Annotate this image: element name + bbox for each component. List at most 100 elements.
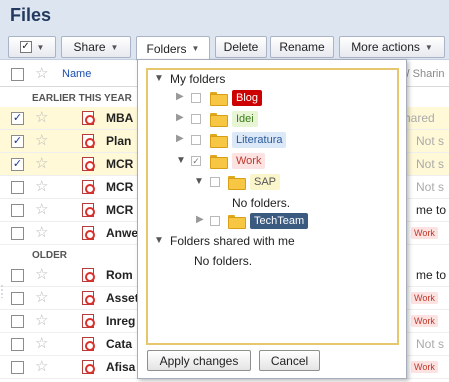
- file-name[interactable]: Asset: [106, 291, 139, 305]
- folder-badge[interactable]: Work: [411, 361, 438, 373]
- row-checkbox[interactable]: [11, 315, 24, 328]
- name-column-header[interactable]: Name: [62, 68, 91, 80]
- file-name[interactable]: Afisa: [106, 360, 135, 374]
- app-header: Files: [0, 0, 449, 34]
- row-checkbox[interactable]: [11, 292, 24, 305]
- row-checkbox[interactable]: ✓: [11, 112, 24, 125]
- file-name[interactable]: Rom: [106, 268, 133, 282]
- chevron-down-icon: ▼: [36, 42, 45, 52]
- file-name[interactable]: Inreg: [106, 314, 135, 328]
- star-icon[interactable]: ☆: [35, 65, 48, 82]
- file-name[interactable]: MCR: [106, 180, 133, 194]
- folder-checkbox[interactable]: [191, 93, 201, 103]
- star-icon[interactable]: ☆: [35, 312, 48, 329]
- row-checkbox[interactable]: [11, 338, 24, 351]
- star-icon[interactable]: ☆: [35, 358, 48, 375]
- shared-folders-label: Folders shared with me: [170, 234, 295, 248]
- row-checkbox[interactable]: ✓: [11, 135, 24, 148]
- drag-handle[interactable]: [0, 284, 5, 298]
- expanded-triangle-icon[interactable]: ▼: [154, 73, 164, 84]
- collapsed-triangle-icon[interactable]: ▶: [196, 214, 204, 225]
- folder-label-sap[interactable]: SAP: [250, 174, 281, 190]
- file-name[interactable]: MCR: [106, 157, 133, 171]
- folder-icon: [228, 176, 246, 190]
- chevron-down-icon: ▼: [110, 42, 119, 52]
- star-icon[interactable]: ☆: [35, 178, 48, 195]
- row-checkbox[interactable]: [11, 361, 24, 374]
- collapsed-triangle-icon[interactable]: ▶: [176, 91, 184, 102]
- folder-checkbox[interactable]: [210, 177, 220, 187]
- sharing-status: me to: [416, 268, 447, 282]
- star-icon[interactable]: ☆: [35, 201, 48, 218]
- file-name[interactable]: Cata: [106, 337, 132, 351]
- expanded-triangle-icon[interactable]: ▼: [176, 155, 186, 166]
- folder-tree: ▼ My folders ▶ Blog ▶ Idei ▶ Literatura …: [146, 68, 399, 345]
- row-checkbox[interactable]: [11, 269, 24, 282]
- pdf-icon: [82, 203, 95, 217]
- star-icon[interactable]: ☆: [35, 132, 48, 149]
- star-icon[interactable]: ☆: [35, 155, 48, 172]
- pdf-icon: [82, 268, 95, 282]
- file-name[interactable]: MCR: [106, 203, 133, 217]
- select-menu-button[interactable]: ✓ ▼: [8, 36, 56, 58]
- folder-checkbox[interactable]: [210, 216, 220, 226]
- sharing-status: Not s: [416, 157, 445, 171]
- star-icon[interactable]: ☆: [35, 289, 48, 306]
- folder-icon: [228, 215, 246, 229]
- pdf-icon: [82, 134, 95, 148]
- star-icon[interactable]: ☆: [35, 266, 48, 283]
- sharing-status: Not s: [416, 180, 445, 194]
- share-button-label: Share: [73, 40, 106, 54]
- empty-shared-text: No folders.: [194, 254, 253, 268]
- file-name[interactable]: Anwe: [106, 226, 138, 240]
- cancel-button[interactable]: Cancel: [259, 350, 320, 371]
- rename-button[interactable]: Rename: [270, 36, 334, 58]
- folders-button[interactable]: Folders ▼: [136, 36, 210, 61]
- expanded-triangle-icon[interactable]: ▼: [154, 235, 164, 246]
- delete-button[interactable]: Delete: [215, 36, 267, 58]
- row-checkbox[interactable]: ✓: [11, 158, 24, 171]
- sharing-status: me to: [416, 203, 447, 217]
- pdf-icon: [82, 180, 95, 194]
- sharing-status: Not s: [416, 337, 445, 351]
- file-name[interactable]: Plan: [106, 134, 131, 148]
- row-checkbox[interactable]: [11, 204, 24, 217]
- select-all-checkbox[interactable]: [11, 68, 24, 81]
- pdf-icon: [82, 314, 95, 328]
- row-checkbox[interactable]: [11, 181, 24, 194]
- pdf-icon: [82, 157, 95, 171]
- pdf-icon: [82, 360, 95, 374]
- pdf-icon: [82, 226, 95, 240]
- folder-checkbox[interactable]: [191, 114, 201, 124]
- folder-checkbox[interactable]: [191, 135, 201, 145]
- folder-label-blog[interactable]: Blog: [232, 90, 263, 106]
- folder-label-techteam[interactable]: TechTeam: [250, 213, 309, 229]
- star-icon[interactable]: ☆: [35, 335, 48, 352]
- folder-label-literatura[interactable]: Literatura: [232, 132, 287, 148]
- toolbar: ✓ ▼ Share ▼ Folders ▼ Delete Rename More…: [0, 34, 449, 61]
- empty-folder-text: No folders.: [232, 196, 291, 210]
- row-checkbox[interactable]: [11, 227, 24, 240]
- apply-changes-button[interactable]: Apply changes: [147, 350, 251, 371]
- pdf-icon: [82, 291, 95, 305]
- file-name[interactable]: MBA: [106, 111, 133, 125]
- folder-checkbox-partial[interactable]: ✓: [191, 156, 201, 166]
- more-actions-button[interactable]: More actions ▼: [339, 36, 445, 58]
- folder-badge[interactable]: Work: [411, 292, 438, 304]
- sharing-status: Not s: [416, 134, 445, 148]
- collapsed-triangle-icon[interactable]: ▶: [176, 133, 184, 144]
- folders-dropdown: ▼ My folders ▶ Blog ▶ Idei ▶ Literatura …: [137, 59, 407, 379]
- folder-label-idei[interactable]: Idei: [232, 111, 258, 127]
- folder-label-work[interactable]: Work: [232, 153, 266, 169]
- folder-icon: [210, 134, 228, 148]
- star-icon[interactable]: ☆: [35, 109, 48, 126]
- share-button[interactable]: Share ▼: [61, 36, 131, 58]
- expanded-triangle-icon[interactable]: ▼: [194, 176, 204, 187]
- folder-badge[interactable]: Work: [411, 315, 438, 327]
- star-icon[interactable]: ☆: [35, 224, 48, 241]
- more-actions-label: More actions: [351, 40, 420, 54]
- folder-badge[interactable]: Work: [411, 227, 438, 239]
- collapsed-triangle-icon[interactable]: ▶: [176, 112, 184, 123]
- chevron-down-icon: ▼: [191, 44, 200, 53]
- sharing-status: hared: [404, 111, 435, 125]
